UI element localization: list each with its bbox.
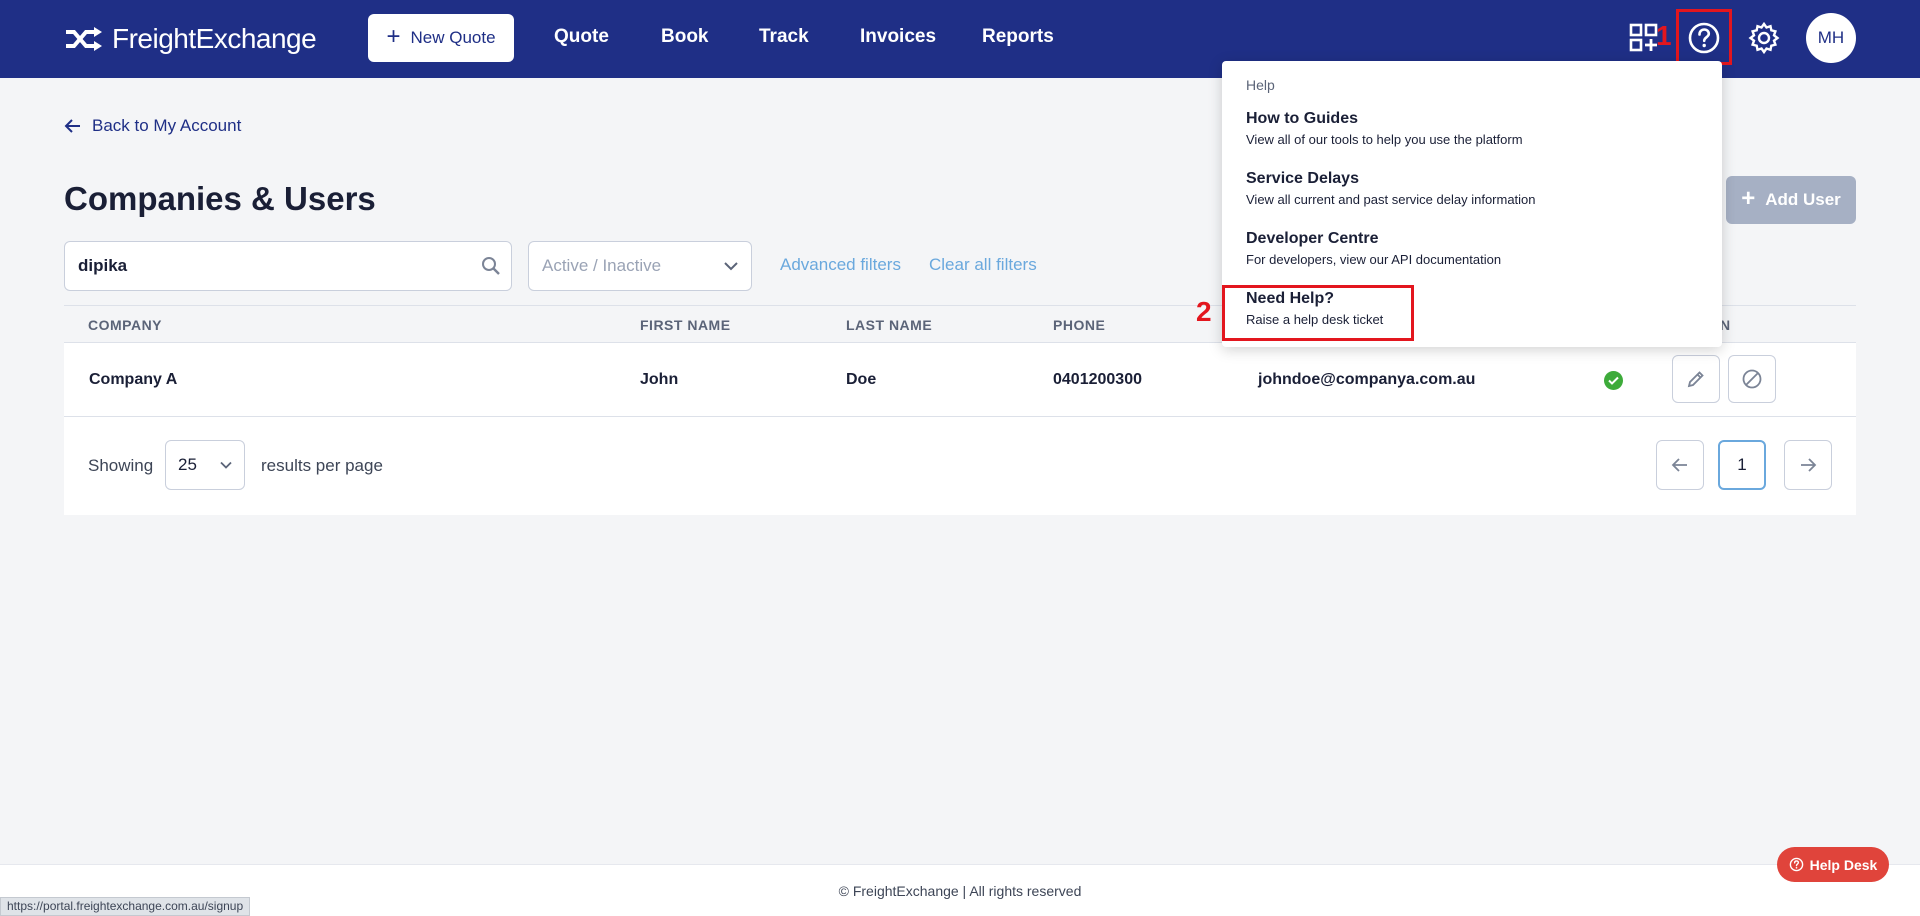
plus-icon: + (1741, 184, 1756, 212)
add-user-button[interactable]: + Add User (1726, 176, 1856, 224)
menu-item-description: For developers, view our API documentati… (1246, 252, 1502, 267)
active-status-icon (1604, 371, 1623, 390)
back-to-account-link[interactable]: Back to My Account (64, 116, 241, 136)
search-icon[interactable] (481, 256, 501, 276)
back-link-label: Back to My Account (92, 116, 242, 135)
status-filter-placeholder: Active / Inactive (542, 256, 662, 275)
advanced-filters-link[interactable]: Advanced filters (780, 255, 901, 275)
nav-track[interactable]: Track (759, 26, 809, 48)
results-per-page-label: results per page (261, 456, 383, 475)
menu-item-description: View all of our tools to help you use th… (1246, 132, 1523, 147)
search-field (64, 241, 512, 291)
column-header-first-name[interactable]: FIRST NAME (640, 317, 731, 333)
annotation-number-2: 2 (1196, 296, 1212, 327)
page-number-button[interactable]: 1 (1718, 440, 1766, 490)
column-header-phone[interactable]: PHONE (1053, 317, 1105, 333)
menu-item-developer-centre[interactable]: Developer Centre For developers, view ou… (1246, 230, 1686, 267)
chevron-down-icon (724, 262, 738, 271)
table-row[interactable]: Company A John Doe 0401200300 johndoe@co… (64, 343, 1856, 417)
block-icon (1742, 369, 1762, 389)
chevron-down-icon (220, 461, 232, 469)
menu-item-description: View all current and past service delay … (1246, 192, 1536, 207)
menu-item-service-delays[interactable]: Service Delays View all current and past… (1246, 170, 1686, 207)
cell-last-name: Doe (846, 371, 877, 388)
arrow-right-icon (1801, 458, 1817, 472)
new-quote-button[interactable]: + New Quote (368, 14, 514, 62)
menu-item-title: Service Delays (1246, 170, 1359, 187)
per-page-value: 25 (178, 455, 197, 474)
annotation-box-2 (1222, 285, 1414, 341)
cell-phone: 0401200300 (1053, 371, 1142, 388)
logo-shuffle-icon (66, 27, 102, 51)
nav-reports[interactable]: Reports (982, 26, 1054, 48)
logo-text: FreightExchange (112, 23, 317, 54)
cell-email: johndoe@companya.com.au (1258, 371, 1476, 388)
deactivate-button[interactable] (1728, 355, 1776, 403)
pencil-icon (1687, 371, 1704, 388)
footer-copyright: © FreightExchange | All rights reserved (838, 883, 1082, 899)
page-title: Companies & Users (64, 180, 376, 217)
nav-book[interactable]: Book (661, 26, 709, 48)
menu-item-title: Developer Centre (1246, 230, 1379, 247)
column-header-company[interactable]: COMPANY (88, 317, 162, 333)
menu-item-how-to-guides[interactable]: How to Guides View all of our tools to h… (1246, 110, 1686, 147)
previous-page-button[interactable] (1656, 440, 1704, 490)
annotation-number-1: 1 (1656, 20, 1672, 51)
arrow-left-icon (64, 119, 80, 133)
column-header-last-name[interactable]: LAST NAME (846, 317, 932, 333)
logo[interactable]: FreightExchange (64, 22, 317, 56)
cell-first-name: John (640, 371, 679, 388)
help-menu-caption: Help (1246, 77, 1275, 93)
showing-label: Showing (88, 456, 154, 475)
plus-icon: + (386, 22, 401, 50)
add-user-label: Add User (1765, 190, 1841, 209)
browser-status-url: https://portal.freightexchange.com.au/si… (0, 897, 251, 916)
next-page-button[interactable] (1784, 440, 1832, 490)
per-page-select[interactable]: 25 (165, 440, 245, 490)
edit-button[interactable] (1672, 355, 1720, 403)
help-desk-label: Help Desk (1809, 856, 1878, 873)
status-filter-select[interactable]: Active / Inactive (528, 241, 752, 291)
cell-company: Company A (89, 371, 178, 388)
help-desk-button[interactable]: Help Desk (1777, 847, 1889, 882)
new-quote-label: New Quote (410, 28, 496, 47)
search-input[interactable] (78, 256, 469, 276)
nav-invoices[interactable]: Invoices (860, 26, 936, 48)
help-circle-icon (1789, 857, 1803, 872)
nav-quote[interactable]: Quote (554, 26, 609, 48)
footer: © FreightExchange | All rights reserved (0, 864, 1920, 916)
gear-icon[interactable] (1742, 16, 1786, 60)
avatar[interactable]: MH (1806, 13, 1856, 63)
annotation-box-1 (1676, 9, 1732, 65)
arrow-left-icon (1671, 458, 1687, 472)
clear-filters-link[interactable]: Clear all filters (929, 255, 1037, 275)
menu-item-title: How to Guides (1246, 110, 1358, 127)
